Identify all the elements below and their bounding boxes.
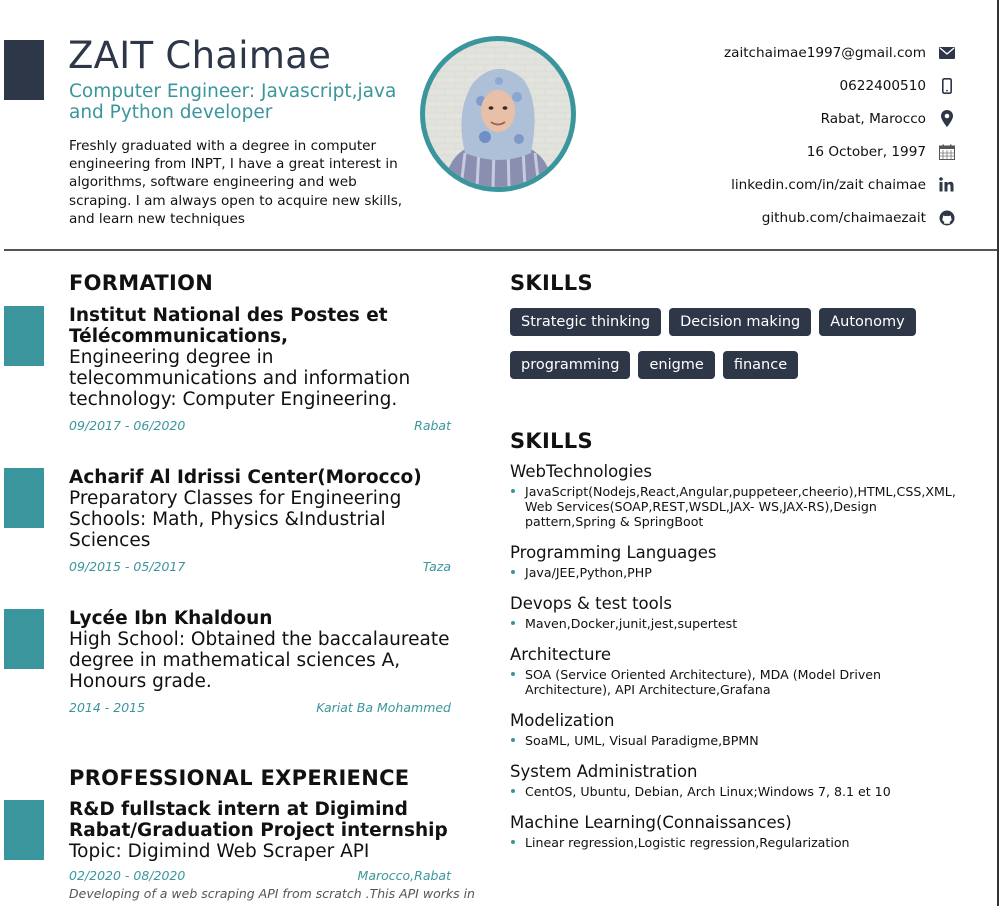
skill-tag: Strategic thinking [510,308,662,336]
formation-3-location: Kariat Ba Mohammed [316,700,451,715]
contact-linkedin-text: linkedin.com/in/zait chaimae [731,176,926,193]
skill-group-name: WebTechnologies [510,462,652,481]
github-icon [938,209,955,226]
contact-linkedin[interactable]: linkedin.com/in/zait chaimae [635,168,955,201]
skill-group: Architecture SOA (Service Oriented Archi… [510,645,960,697]
contact-birthdate-text: 16 October, 1997 [806,143,926,160]
soft-skills-tags: Strategic thinking Decision making Auton… [510,308,950,379]
formation-3-meta: 2014 - 2015 Kariat Ba Mohammed [69,700,451,715]
skill-group-name: Programming Languages [510,543,717,562]
formation-2-location: Taza [422,559,451,574]
formation-3-dates: 2014 - 2015 [69,700,146,715]
contact-phone[interactable]: 0622400510 [635,69,955,102]
skill-group-name: Architecture [510,645,612,664]
formation-item-3: Lycée Ibn Khaldoun High School: Obtained… [69,608,454,715]
skill-group-item: CentOS, Ubuntu, Debian, Arch Linux;Windo… [510,784,960,799]
experience-1-accent-bar [4,800,44,860]
header-accent-bar [4,40,44,100]
formation-1-meta: 09/2017 - 06/2020 Rabat [69,418,451,433]
skill-group: WebTechnologies JavaScript(Nodejs,React,… [510,462,960,529]
contact-phone-text: 0622400510 [839,77,927,94]
skill-tag: programming [510,351,631,379]
formation-3-description: High School: Obtained the baccalaureate … [69,629,450,692]
tech-skills-title: SKILLS [510,429,593,453]
skill-group-name: Machine Learning(Connaissances) [510,813,792,832]
experience-1-details: Developing of a web scraping API from sc… [69,886,475,901]
skill-group-item: Java/JEE,Python,PHP [510,565,960,580]
skill-group-name: Devops & test tools [510,594,672,613]
experience-1-position: R&D fullstack intern at Digimind Rabat/G… [69,799,448,841]
candidate-name: ZAIT Chaimae [68,34,332,77]
contact-email[interactable]: zaitchaimae1997@gmail.com [635,36,955,69]
calendar-icon [938,143,955,160]
formation-title: FORMATION [69,271,214,295]
skill-group: Programming Languages Java/JEE,Python,PH… [510,543,960,580]
formation-1-description: Engineering degree in telecommunications… [69,347,411,410]
skill-tag: Autonomy [819,308,916,336]
profile-photo-image [425,41,571,187]
skill-group: Modelization SoaML, UML, Visual Paradigm… [510,711,960,748]
skill-group-item: JavaScript(Nodejs,React,Angular,puppetee… [510,484,960,529]
formation-item-1: Institut National des Postes et Télécomm… [69,305,454,433]
skill-group-item: SOA (Service Oriented Architecture), MDA… [510,667,960,697]
formation-1-dates: 09/2017 - 06/2020 [69,418,186,433]
skill-tag: enigme [638,351,715,379]
experience-1-meta: 02/2020 - 08/2020 Marocco,Rabat [69,868,451,883]
contact-location-text: Rabat, Marocco [820,110,926,127]
formation-2-description: Preparatory Classes for Engineering Scho… [69,488,402,551]
contact-email-text: zaitchaimae1997@gmail.com [723,44,926,61]
contact-github[interactable]: github.com/chaimaezait [635,201,955,234]
map-marker-icon [938,110,955,127]
contact-github-text: github.com/chaimaezait [761,209,926,226]
soft-skills-title: SKILLS [510,271,593,295]
formation-3-institution: Lycée Ibn Khaldoun [69,608,273,629]
skill-group-name: Modelization [510,711,615,730]
candidate-role: Computer Engineer: Javascript,java and P… [69,81,397,123]
contact-list: zaitchaimae1997@gmail.com 0622400510 Rab… [635,36,955,234]
experience-1-description: Topic: Digimind Web Scraper API [69,841,370,862]
formation-2-dates: 09/2015 - 05/2017 [69,559,186,574]
contact-location[interactable]: Rabat, Marocco [635,102,955,135]
tech-skill-groups: WebTechnologies JavaScript(Nodejs,React,… [510,462,960,864]
experience-1-location: Marocco,Rabat [357,868,451,883]
experience-1-dates: 02/2020 - 08/2020 [69,868,186,883]
formation-2-institution: Acharif Al Idrissi Center(Morocco) [69,467,422,488]
candidate-summary: Freshly graduated with a degree in compu… [69,138,403,227]
header-divider [4,249,997,251]
formation-1-institution: Institut National des Postes et Télécomm… [69,305,388,347]
formation-2-meta: 09/2015 - 05/2017 Taza [69,559,451,574]
linkedin-icon [938,176,955,193]
skill-tag: finance [722,351,799,379]
skill-group-item: SoaML, UML, Visual Paradigme,BPMN [510,733,960,748]
envelope-icon [938,44,955,61]
profile-photo [420,36,576,192]
formation-item-2: Acharif Al Idrissi Center(Morocco) Prepa… [69,467,454,574]
skill-group-name: System Administration [510,762,698,781]
contact-birthdate[interactable]: 16 October, 1997 [635,135,955,168]
formation-2-accent-bar [4,468,44,528]
skill-group: Devops & test tools Maven,Docker,junit,j… [510,594,960,631]
formation-1-location: Rabat [414,418,451,433]
mobile-phone-icon [938,77,955,94]
skill-tag: Decision making [669,308,812,336]
skill-group: System Administration CentOS, Ubuntu, De… [510,762,960,799]
experience-item-1: R&D fullstack intern at Digimind Rabat/G… [69,799,475,901]
formation-1-accent-bar [4,306,44,366]
skill-group-item: Linear regression,Logistic regression,Re… [510,835,960,850]
skill-group-item: Maven,Docker,junit,jest,supertest [510,616,960,631]
formation-3-accent-bar [4,609,44,669]
experience-title: PROFESSIONAL EXPERIENCE [69,766,410,790]
skill-group: Machine Learning(Connaissances) Linear r… [510,813,960,850]
